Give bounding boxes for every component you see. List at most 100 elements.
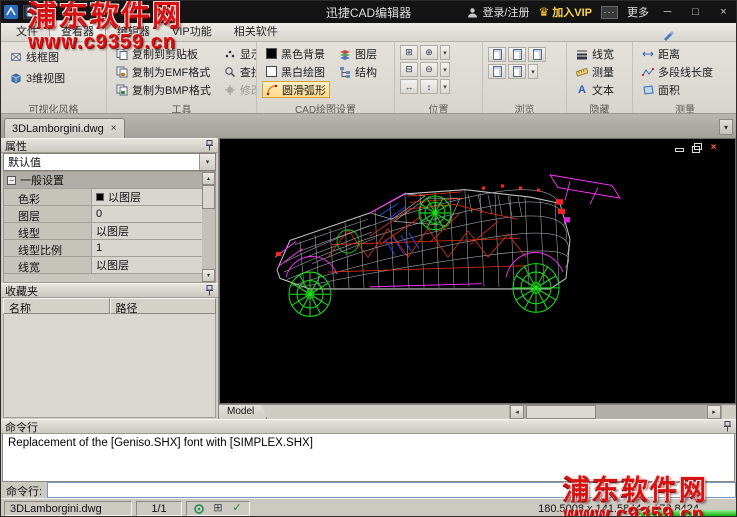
document-tab[interactable]: 3DLamborgini.dwg × [4,118,125,138]
copy-emf-button[interactable]: 复制为EMF格式 [112,63,215,80]
scroll-left-icon[interactable]: ◂ [510,405,524,419]
last-page-icon[interactable] [488,64,506,79]
measure-polyline-label: 多段线长度 [658,66,713,79]
copy-bmp-button[interactable]: 复制为BMP格式 [112,81,215,98]
pen-icon[interactable] [662,29,674,41]
page-list-icon[interactable] [508,64,526,79]
pin-icon[interactable] [205,285,214,296]
group-label-hide: 隐藏 [589,105,610,113]
property-section[interactable]: − 一般设置 [4,172,202,189]
property-row-color[interactable]: 色彩 以图层 [4,189,202,206]
group-label-measure: 测量 [675,105,695,113]
black-background-button[interactable]: 黑色背景 [262,45,330,62]
tab-close-icon[interactable]: × [111,123,117,134]
user-icon [466,6,478,18]
horizontal-scrollbar[interactable]: ◂ ▸ [509,405,721,419]
chevron-down-icon[interactable]: ▾ [199,154,215,170]
find-text-button[interactable]: 查找文字 [220,63,256,80]
scroll-thumb[interactable] [526,405,596,419]
property-row-layer[interactable]: 图层 0 [4,206,202,223]
view-3d-button[interactable]: 3维视图 [6,69,101,86]
property-value: 以图层 [92,223,202,240]
scroll-down-icon[interactable]: ▾ [202,269,215,282]
tab-editor[interactable]: 编辑器 [106,21,161,41]
zoom-out-menu-icon[interactable]: ▾ [440,62,450,77]
zoom-in-menu-icon[interactable]: ▾ [440,45,450,60]
viewport-minimize-icon[interactable] [674,142,685,153]
measure-distance-button[interactable]: 距离 [638,45,732,62]
more-options-button[interactable]: ··· [601,5,618,19]
command-input[interactable] [47,482,736,498]
command-history[interactable]: Replacement of the [Geniso.SHX] font wit… [2,434,735,482]
preset-dropdown[interactable]: 默认值 ▾ [3,153,216,171]
show-points-button[interactable]: 显示点 [220,45,256,62]
wireframe-button[interactable]: 线框图 [6,48,101,65]
property-row-linetype[interactable]: 线型 以图层 [4,223,202,240]
hide-text-label: 文本 [592,84,614,97]
zoom-previous-icon[interactable]: ⊟ [400,62,418,77]
tab-vip-features[interactable]: VIP功能 [161,21,223,41]
tab-list-button[interactable]: ▾ [719,119,733,135]
favorites-col-name[interactable]: 名称 [3,298,110,314]
hide-text-button[interactable]: A 文本 [572,81,627,98]
close-button[interactable]: × [714,6,733,18]
hide-measure-label: 测量 [592,66,614,79]
copy-clipboard-button[interactable]: 复制到剪贴板 [112,45,215,62]
grid-icon[interactable]: ⊞ [212,502,225,515]
quick-undo-icon[interactable] [42,5,56,19]
minimize-button[interactable]: ─ [658,6,677,18]
area-icon [642,84,654,96]
tab-related-software[interactable]: 相关软件 [223,21,289,41]
tab-file[interactable]: 文件 [5,21,49,41]
login-button[interactable]: 登录/注册 [466,4,530,20]
zoom-out-icon[interactable]: ⊖ [420,62,438,77]
color-swatch [96,193,104,201]
model-tab[interactable]: Model [219,405,267,419]
join-vip-button[interactable]: ♛ 加入VIP [539,4,593,20]
hide-linewidth-button[interactable]: 线宽 [572,45,627,62]
pan-menu-icon[interactable]: ▾ [440,79,450,94]
browse-menu-icon[interactable]: ▾ [528,64,538,79]
property-row-lineweight[interactable]: 线宽 以图层 [4,257,202,274]
lamborghini-wireframe-drawing [274,174,621,317]
zoom-window-icon[interactable]: ⊞ [400,45,418,60]
collapse-icon[interactable]: − [7,175,16,185]
structure-icon [339,66,351,78]
measure-area-button[interactable]: 面积 [638,81,732,98]
pan-horizontal-icon[interactable]: ↔ [400,79,418,94]
viewport-close-icon[interactable]: × [708,142,719,153]
property-section-label: 一般设置 [20,175,64,187]
scroll-up-icon[interactable]: ▴ [202,172,215,185]
tab-viewer[interactable]: 查看器 [49,20,106,41]
layers-button[interactable]: 图层 [335,45,381,62]
smooth-arc-button[interactable]: 圆滑弧形 [262,81,330,98]
ribbon: 线框图 3维视图 可视化风格 复制到剪贴板 复制为EMF格式 复制为BMP格式 … [1,42,736,114]
scroll-right-icon[interactable]: ▸ [707,405,721,419]
zoom-in-icon[interactable]: ⊕ [420,45,438,60]
quick-save-icon[interactable] [23,5,37,19]
pin-icon[interactable] [723,421,732,432]
snap-icon[interactable] [193,502,206,515]
measure-polyline-button[interactable]: 多段线长度 [638,63,732,80]
favorites-list[interactable] [3,314,216,418]
favorites-col-path[interactable]: 路径 [109,298,216,314]
check-icon[interactable]: ✓ [231,502,244,515]
viewport-restore-icon[interactable] [691,142,702,153]
hide-measure-button[interactable]: 测量 [572,63,627,80]
more-button[interactable]: 更多 [627,4,649,20]
structure-button[interactable]: 结构 [335,63,381,80]
pan-vertical-icon[interactable]: ↕ [420,79,438,94]
car-taillight [564,217,570,223]
drawing-canvas[interactable]: × [219,138,736,404]
maximize-button[interactable]: □ [686,6,705,18]
property-grid-scrollbar[interactable]: ▴ ▾ [202,172,215,282]
scroll-track[interactable] [524,405,707,419]
scroll-thumb[interactable] [202,185,215,209]
property-row-linetype-scale[interactable]: 线型比例 1 [4,240,202,257]
structure-label: 结构 [355,66,377,79]
next-page-icon[interactable] [528,47,546,62]
bw-drawing-button[interactable]: 黑白绘图 [262,63,330,80]
pin-icon[interactable] [205,140,214,151]
prev-page-icon[interactable] [508,47,526,62]
first-page-icon[interactable] [488,47,506,62]
